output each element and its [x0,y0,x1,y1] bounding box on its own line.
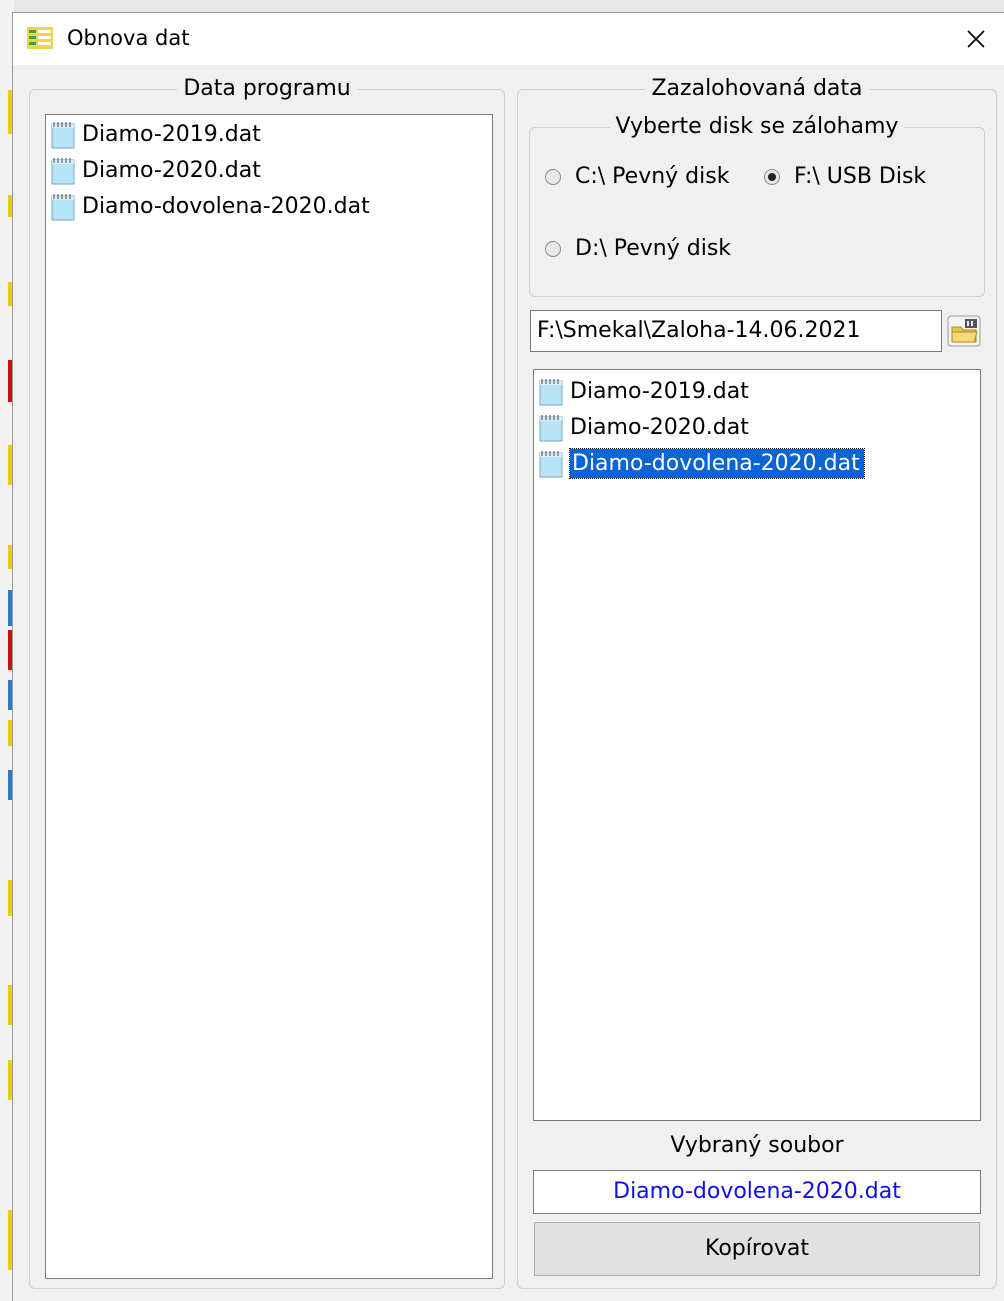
notepad-file-icon [539,379,563,406]
browse-button[interactable] [943,310,985,352]
file-name: Diamo-dovolena-2020.dat [82,194,370,219]
list-item[interactable]: Diamo-2019.dat [534,374,980,410]
copy-button[interactable]: Kopírovat [534,1222,980,1276]
radio-indicator [545,240,561,257]
disk-select-legend: Vyberte disk se zálohamy [530,114,984,140]
restore-data-dialog: Obnova dat Data programu Diamo-2019.dat [12,12,1004,1301]
list-item-selected[interactable]: Diamo-dovolena-2020.dat [534,446,980,482]
list-app-icon [27,27,53,49]
radio-indicator [764,168,780,185]
file-name: Diamo-dovolena-2020.dat [569,448,865,479]
title-bar: Obnova dat [13,13,1004,65]
notepad-file-icon [51,194,75,221]
close-button[interactable] [948,13,1004,65]
window-title: Obnova dat [67,26,190,50]
radio-label: F:\ USB Disk [794,164,927,189]
list-item[interactable]: Diamo-dovolena-2020.dat [46,189,492,225]
list-item[interactable]: Diamo-2020.dat [534,410,980,446]
radio-disk-c[interactable]: C:\ Pevný disk [545,164,729,189]
program-files-list[interactable]: Diamo-2019.dat Diamo-2020.dat Diamo-dovo… [45,114,493,1279]
close-icon [967,30,985,48]
file-name: Diamo-2020.dat [82,158,261,183]
radio-indicator [545,168,561,185]
radio-label: D:\ Pevný disk [575,236,732,261]
list-item[interactable]: Diamo-2020.dat [46,153,492,189]
file-name: Diamo-2019.dat [570,379,749,404]
file-name: Diamo-2019.dat [82,122,261,147]
backup-path-input[interactable]: F:\Smekal\Zaloha-14.06.2021 [530,310,942,352]
open-folder-icon [947,315,981,347]
notepad-file-icon [539,451,563,478]
disk-select-group: Vyberte disk se zálohamy [529,114,985,297]
radio-label: C:\ Pevný disk [575,164,730,189]
desktop-background-top [0,0,1004,12]
backup-files-list[interactable]: Diamo-2019.dat Diamo-2020.dat Diamo-dovo… [533,369,981,1121]
file-name: Diamo-2020.dat [570,415,749,440]
radio-disk-d[interactable]: D:\ Pevný disk [545,236,731,261]
list-item[interactable]: Diamo-2019.dat [46,117,492,153]
radio-disk-f[interactable]: F:\ USB Disk [764,164,926,189]
notepad-file-icon [539,415,563,442]
selected-file-label: Vybraný soubor [670,1133,844,1158]
notepad-file-icon [51,122,75,149]
program-data-legend: Data programu [30,76,504,102]
selected-file-value: Diamo-dovolena-2020.dat [533,1170,981,1214]
backup-data-legend: Zazalohovaná data [518,76,996,102]
notepad-file-icon [51,158,75,185]
